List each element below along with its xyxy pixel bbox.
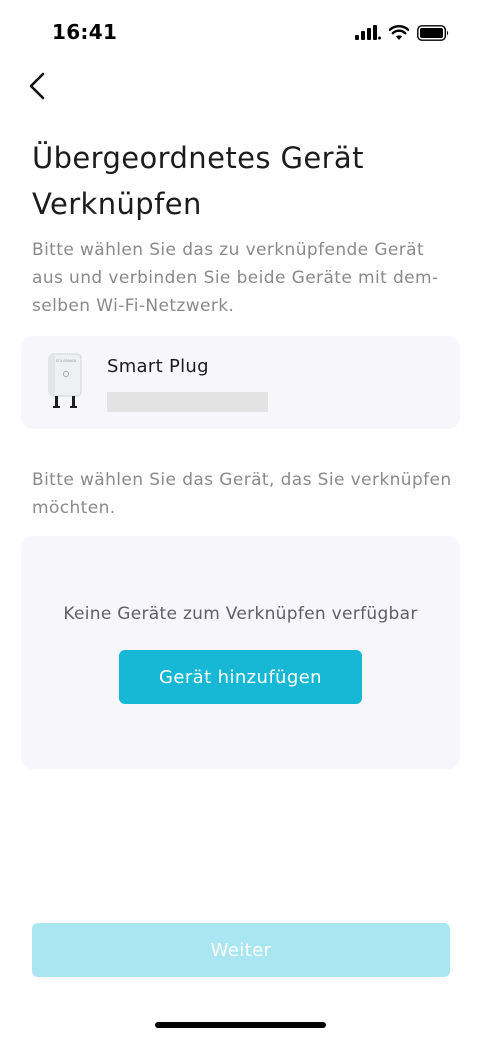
battery-icon bbox=[417, 25, 449, 41]
smart-plug-icon: SOLARMAN bbox=[48, 353, 82, 408]
page-title: Übergeordnetes Gerät Verknüpfen bbox=[32, 141, 364, 221]
device-thumbnail: SOLARMAN bbox=[43, 352, 87, 412]
home-indicator bbox=[155, 1022, 326, 1028]
next-button[interactable]: Weiter bbox=[32, 923, 450, 977]
cellular-signal-icon bbox=[355, 25, 381, 40]
back-button[interactable] bbox=[22, 66, 58, 106]
device-brand-label: SOLARMAN bbox=[56, 359, 77, 363]
page-description: Bitte wählen Sie das zu verknüpfende Ger… bbox=[32, 240, 439, 316]
empty-state-text: Keine Geräte zum Verknüpfen verfügbar bbox=[63, 604, 418, 624]
device-name: Smart Plug bbox=[107, 356, 209, 377]
add-device-button[interactable]: Gerät hinzufügen bbox=[119, 650, 362, 704]
status-time: 16:41 bbox=[52, 20, 118, 44]
selection-hint: Bitte wählen Sie das Gerät, das Sie verk… bbox=[32, 470, 452, 518]
current-device-card: SOLARMAN Smart Plug bbox=[21, 336, 460, 429]
chevron-left-icon bbox=[29, 72, 45, 100]
status-icons bbox=[355, 22, 450, 44]
device-serial-redacted bbox=[107, 392, 268, 412]
wifi-icon bbox=[389, 25, 409, 40]
status-bar: 16:41 bbox=[0, 0, 480, 62]
device-selection-panel: Keine Geräte zum Verknüpfen verfügbar Ge… bbox=[21, 536, 460, 769]
